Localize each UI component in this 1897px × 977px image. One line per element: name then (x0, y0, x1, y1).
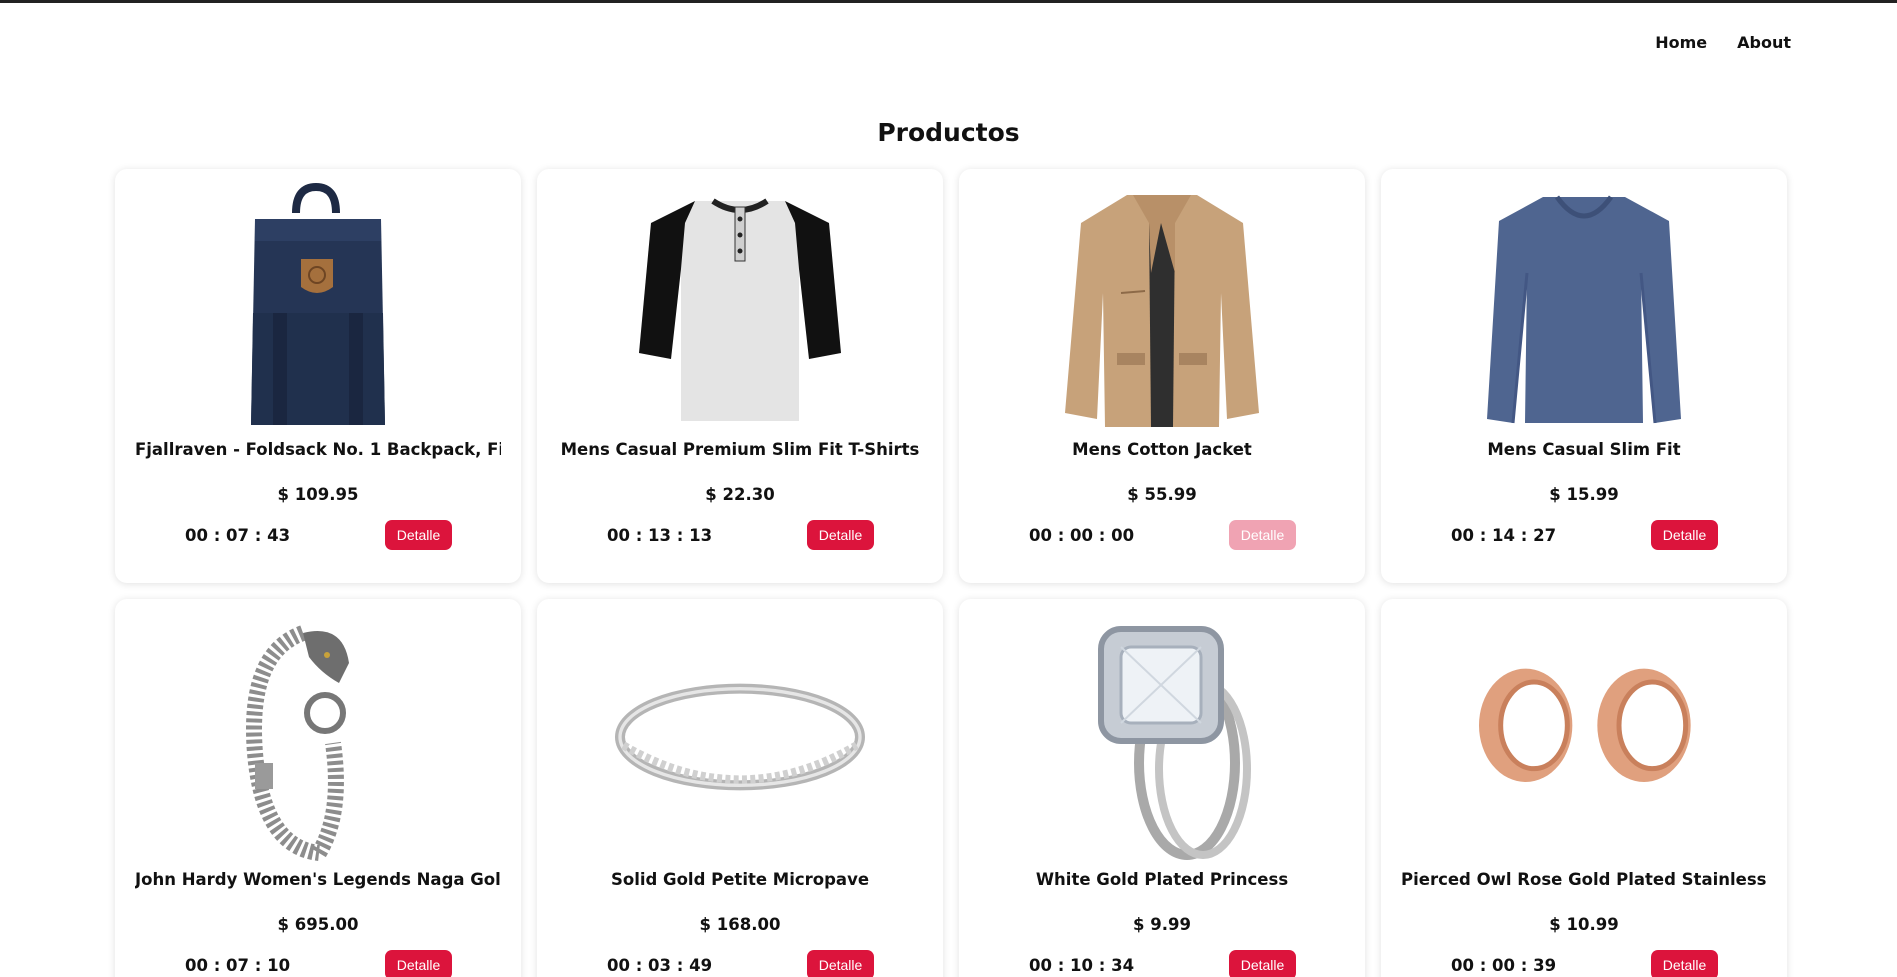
countdown-timer: 00 : 07 : 10 (185, 956, 291, 975)
countdown-timer: 00 : 07 : 43 (185, 526, 291, 545)
countdown-timer: 00 : 00 : 39 (1451, 956, 1557, 975)
ring-icon (615, 613, 865, 861)
detail-button[interactable]: Detalle (385, 950, 452, 977)
product-card: Pierced Owl Rose Gold Plated Stainless .… (1381, 599, 1787, 977)
product-price: $ 695.00 (277, 915, 359, 934)
product-price: $ 168.00 (699, 915, 781, 934)
product-price: $ 55.99 (1127, 485, 1197, 504)
top-border (0, 0, 1897, 3)
product-price: $ 15.99 (1549, 485, 1619, 504)
product-card: Mens Casual Slim Fit $ 15.99 00 : 14 : 2… (1381, 169, 1787, 583)
detail-button[interactable]: Detalle (1229, 950, 1296, 977)
long-sleeve-shirt-icon (1459, 183, 1709, 431)
main-nav: Home About (1655, 33, 1791, 52)
detail-button[interactable]: Detalle (1229, 520, 1296, 550)
page-title: Productos (877, 118, 1020, 147)
product-price: $ 9.99 (1133, 915, 1191, 934)
product-name[interactable]: White Gold Plated Princess (979, 870, 1345, 889)
countdown-timer: 00 : 13 : 13 (607, 526, 713, 545)
detail-button[interactable]: Detalle (807, 950, 874, 977)
detail-button[interactable]: Detalle (1651, 520, 1718, 550)
nav-about-link[interactable]: About (1737, 33, 1791, 52)
nav-home-link[interactable]: Home (1655, 33, 1707, 52)
detail-button[interactable]: Detalle (385, 520, 452, 550)
ear-plugs-icon (1459, 613, 1709, 861)
product-name[interactable]: John Hardy Women's Legends Naga Gol... (135, 870, 501, 889)
product-card: Solid Gold Petite Micropave $ 168.00 00 … (537, 599, 943, 977)
product-card: White Gold Plated Princess $ 9.99 00 : 1… (959, 599, 1365, 977)
product-card: Mens Cotton Jacket $ 55.99 00 : 00 : 00 … (959, 169, 1365, 583)
product-card: Mens Casual Premium Slim Fit T-Shirts $ … (537, 169, 943, 583)
product-name[interactable]: Mens Casual Premium Slim Fit T-Shirts (557, 440, 923, 459)
countdown-timer: 00 : 03 : 49 (607, 956, 713, 975)
bracelet-icon (193, 613, 443, 861)
product-card: John Hardy Women's Legends Naga Gol... $… (115, 599, 521, 977)
detail-button[interactable]: Detalle (807, 520, 874, 550)
product-price: $ 22.30 (705, 485, 775, 504)
countdown-timer: 00 : 10 : 34 (1029, 956, 1135, 975)
diamond-ring-icon (1037, 613, 1287, 861)
product-price: $ 10.99 (1549, 915, 1619, 934)
backpack-icon (193, 183, 443, 431)
product-name[interactable]: Pierced Owl Rose Gold Plated Stainless .… (1401, 870, 1767, 889)
product-name[interactable]: Fjallraven - Foldsack No. 1 Backpack, Fi… (135, 440, 501, 459)
product-name[interactable]: Solid Gold Petite Micropave (557, 870, 923, 889)
product-card: Fjallraven - Foldsack No. 1 Backpack, Fi… (115, 169, 521, 583)
detail-button[interactable]: Detalle (1651, 950, 1718, 977)
product-grid: Fjallraven - Foldsack No. 1 Backpack, Fi… (115, 169, 1787, 977)
tshirt-icon (615, 183, 865, 431)
product-name[interactable]: Mens Casual Slim Fit (1401, 440, 1767, 459)
countdown-timer: 00 : 14 : 27 (1451, 526, 1557, 545)
jacket-icon (1037, 183, 1287, 431)
product-name[interactable]: Mens Cotton Jacket (979, 440, 1345, 459)
countdown-timer: 00 : 00 : 00 (1029, 526, 1135, 545)
product-price: $ 109.95 (277, 485, 359, 504)
